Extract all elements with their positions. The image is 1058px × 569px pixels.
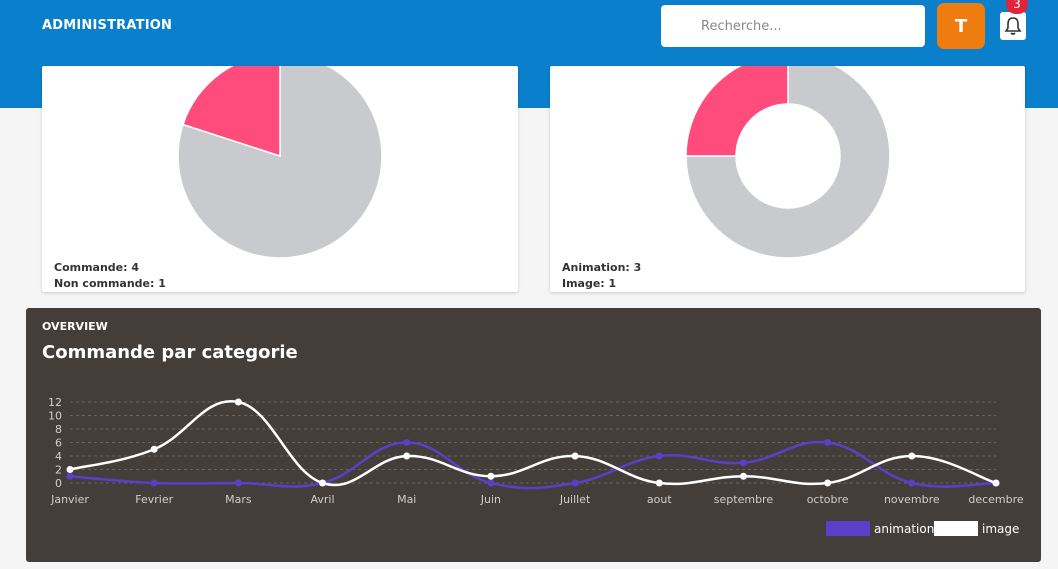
data-point-animation[interactable] bbox=[908, 479, 916, 487]
overview-panel: OVERVIEW Commande par categorie 0 2 4 6 8 10 1… bbox=[26, 308, 1041, 562]
animation-doughnut-slice-image[interactable] bbox=[685, 66, 789, 157]
data-point-animation[interactable] bbox=[487, 479, 495, 487]
series-line-image bbox=[69, 400, 997, 487]
data-point-image[interactable] bbox=[571, 452, 579, 460]
animation-doughnut-chart bbox=[685, 66, 891, 259]
data-point-image[interactable] bbox=[319, 479, 327, 487]
data-point-animation[interactable] bbox=[150, 479, 158, 487]
x-tick-label: Mai bbox=[397, 493, 416, 506]
x-tick-label: septembre bbox=[714, 493, 774, 506]
y-tick-label: 0 bbox=[55, 477, 62, 490]
commande-pie-card: Commande: 4 Non commande: 1 bbox=[42, 66, 518, 292]
data-point-image[interactable] bbox=[655, 479, 663, 487]
legend-swatch-image[interactable] bbox=[934, 521, 978, 536]
y-tick-label: 6 bbox=[55, 437, 62, 450]
stat-commande: Commande: 4 bbox=[54, 261, 140, 274]
commande-pie-chart bbox=[177, 66, 383, 259]
x-tick-label: Fevrier bbox=[135, 493, 173, 506]
data-point-image[interactable] bbox=[66, 466, 74, 473]
data-point-image[interactable] bbox=[150, 445, 158, 453]
y-tick-label: 8 bbox=[55, 423, 62, 436]
user-avatar[interactable]: T bbox=[937, 3, 985, 49]
x-tick-label: Mars bbox=[225, 493, 252, 506]
data-point-image[interactable] bbox=[487, 472, 495, 480]
data-point-animation[interactable] bbox=[739, 459, 747, 467]
data-point-image[interactable] bbox=[908, 452, 916, 460]
stat-image: Image: 1 bbox=[562, 277, 617, 290]
legend-label-image[interactable]: image bbox=[982, 522, 1019, 536]
y-tick-label: 4 bbox=[55, 450, 62, 463]
x-tick-label: Juin bbox=[480, 493, 501, 506]
data-point-image[interactable] bbox=[234, 398, 242, 406]
data-point-image[interactable] bbox=[824, 479, 832, 487]
animation-doughnut-card: Animation: 3 Image: 1 bbox=[550, 66, 1025, 292]
data-point-animation[interactable] bbox=[66, 472, 74, 480]
app-title: ADMINISTRATION bbox=[42, 18, 173, 33]
commande-line-chart: 024681012 Janvier Fevrier Mars Avril Mai Juin J… bbox=[48, 396, 1024, 536]
bell-icon bbox=[1004, 17, 1022, 35]
search-input[interactable] bbox=[661, 5, 925, 47]
data-point-animation[interactable] bbox=[403, 439, 411, 446]
data-point-animation[interactable] bbox=[234, 479, 242, 487]
x-tick-label: Avril bbox=[311, 493, 335, 506]
data-point-animation[interactable] bbox=[655, 452, 663, 460]
data-point-image[interactable] bbox=[403, 452, 411, 460]
data-point-animation[interactable] bbox=[824, 439, 832, 446]
stat-animation: Animation: 3 bbox=[562, 261, 642, 274]
x-tick-label: novembre bbox=[884, 493, 940, 506]
x-tick-label: aout bbox=[647, 493, 672, 506]
x-tick-label: Janvier bbox=[50, 493, 89, 506]
notification-button[interactable] bbox=[1000, 12, 1026, 40]
stat-non-commande: Non commande: 1 bbox=[54, 277, 166, 290]
y-tick-label: 12 bbox=[48, 396, 62, 409]
y-tick-label: 10 bbox=[48, 410, 62, 423]
data-point-image[interactable] bbox=[739, 472, 747, 480]
y-tick-label: 2 bbox=[55, 464, 62, 477]
data-point-image[interactable] bbox=[992, 479, 1000, 487]
x-tick-label: Juillet bbox=[559, 493, 591, 506]
legend-swatch-animation[interactable] bbox=[826, 521, 870, 536]
legend-label-animation[interactable]: animation bbox=[874, 522, 934, 536]
x-tick-label: decembre bbox=[968, 493, 1024, 506]
x-tick-label: octobre bbox=[807, 493, 849, 506]
data-point-animation[interactable] bbox=[571, 479, 579, 487]
